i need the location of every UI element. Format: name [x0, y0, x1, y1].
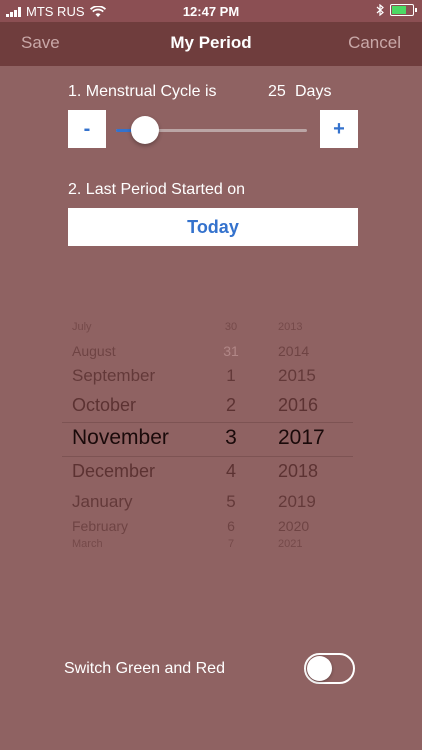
picker-day: 30: [224, 321, 238, 334]
picker-month: November: [72, 426, 169, 450]
today-button[interactable]: Today: [68, 208, 358, 246]
picker-year: 2016: [278, 395, 319, 416]
cycle-label: 1. Menstrual Cycle is: [68, 83, 217, 100]
picker-day: 4: [225, 461, 236, 482]
status-time: 12:47 PM: [182, 4, 240, 19]
picker-day: 1: [226, 365, 236, 385]
nav-bar: Save My Period Cancel: [0, 22, 422, 66]
picker-year: 2013: [278, 321, 303, 334]
picker-row[interactable]: August 31 2014: [62, 343, 362, 369]
picker-month: October: [72, 395, 137, 416]
cycle-unit: Days: [295, 83, 332, 100]
picker-month: September: [72, 365, 156, 385]
battery-icon: [390, 4, 417, 16]
picker-divider: [62, 456, 353, 457]
picker-day: 6: [227, 517, 235, 534]
switch-green-red-toggle[interactable]: [304, 653, 355, 684]
picker-year: 2020: [278, 517, 310, 534]
picker-month: February: [72, 517, 129, 534]
picker-day: 3: [225, 426, 237, 450]
picker-row[interactable]: October 2 2016: [62, 395, 362, 421]
cycle-value: 25: [268, 83, 286, 100]
picker-day: 2: [225, 395, 236, 416]
picker-divider: [62, 422, 353, 423]
status-bar: MTS RUS 12:47 PM: [0, 0, 422, 22]
increment-button[interactable]: +: [320, 110, 358, 148]
date-picker[interactable]: July 30 2013 August 31 2014 September 1 2015 Octo…: [62, 318, 362, 554]
switch-knob: [307, 656, 332, 681]
picker-year: 2017: [278, 426, 325, 450]
picker-year: 2021: [278, 538, 303, 551]
cancel-button[interactable]: Cancel: [348, 33, 401, 53]
switch-label: Switch Green and Red: [64, 660, 225, 677]
last-period-label: 2. Last Period Started on: [68, 181, 245, 198]
picker-row[interactable]: March 7 2021: [62, 538, 362, 554]
picker-year: 2019: [278, 491, 316, 511]
picker-year: 2015: [278, 365, 316, 385]
picker-day: 7: [227, 538, 235, 551]
slider-thumb[interactable]: [130, 116, 159, 144]
picker-month: March: [72, 538, 103, 551]
picker-day: 5: [226, 491, 236, 511]
picker-month: August: [72, 342, 116, 359]
decrement-button[interactable]: -: [68, 110, 106, 148]
picker-year: 2014: [278, 342, 310, 359]
picker-row[interactable]: January 5 2019: [62, 492, 362, 518]
bluetooth-icon: [376, 4, 384, 16]
picker-month: January: [72, 491, 133, 511]
picker-row[interactable]: September 1 2015: [62, 366, 362, 392]
picker-month: July: [72, 321, 92, 334]
picker-day: 31: [223, 342, 239, 359]
status-right: [376, 4, 417, 16]
picker-year: 2018: [278, 461, 319, 482]
picker-month: December: [72, 461, 156, 482]
picker-row[interactable]: December 4 2018: [62, 461, 362, 487]
picker-row-selected[interactable]: November 3 2017: [62, 426, 362, 452]
